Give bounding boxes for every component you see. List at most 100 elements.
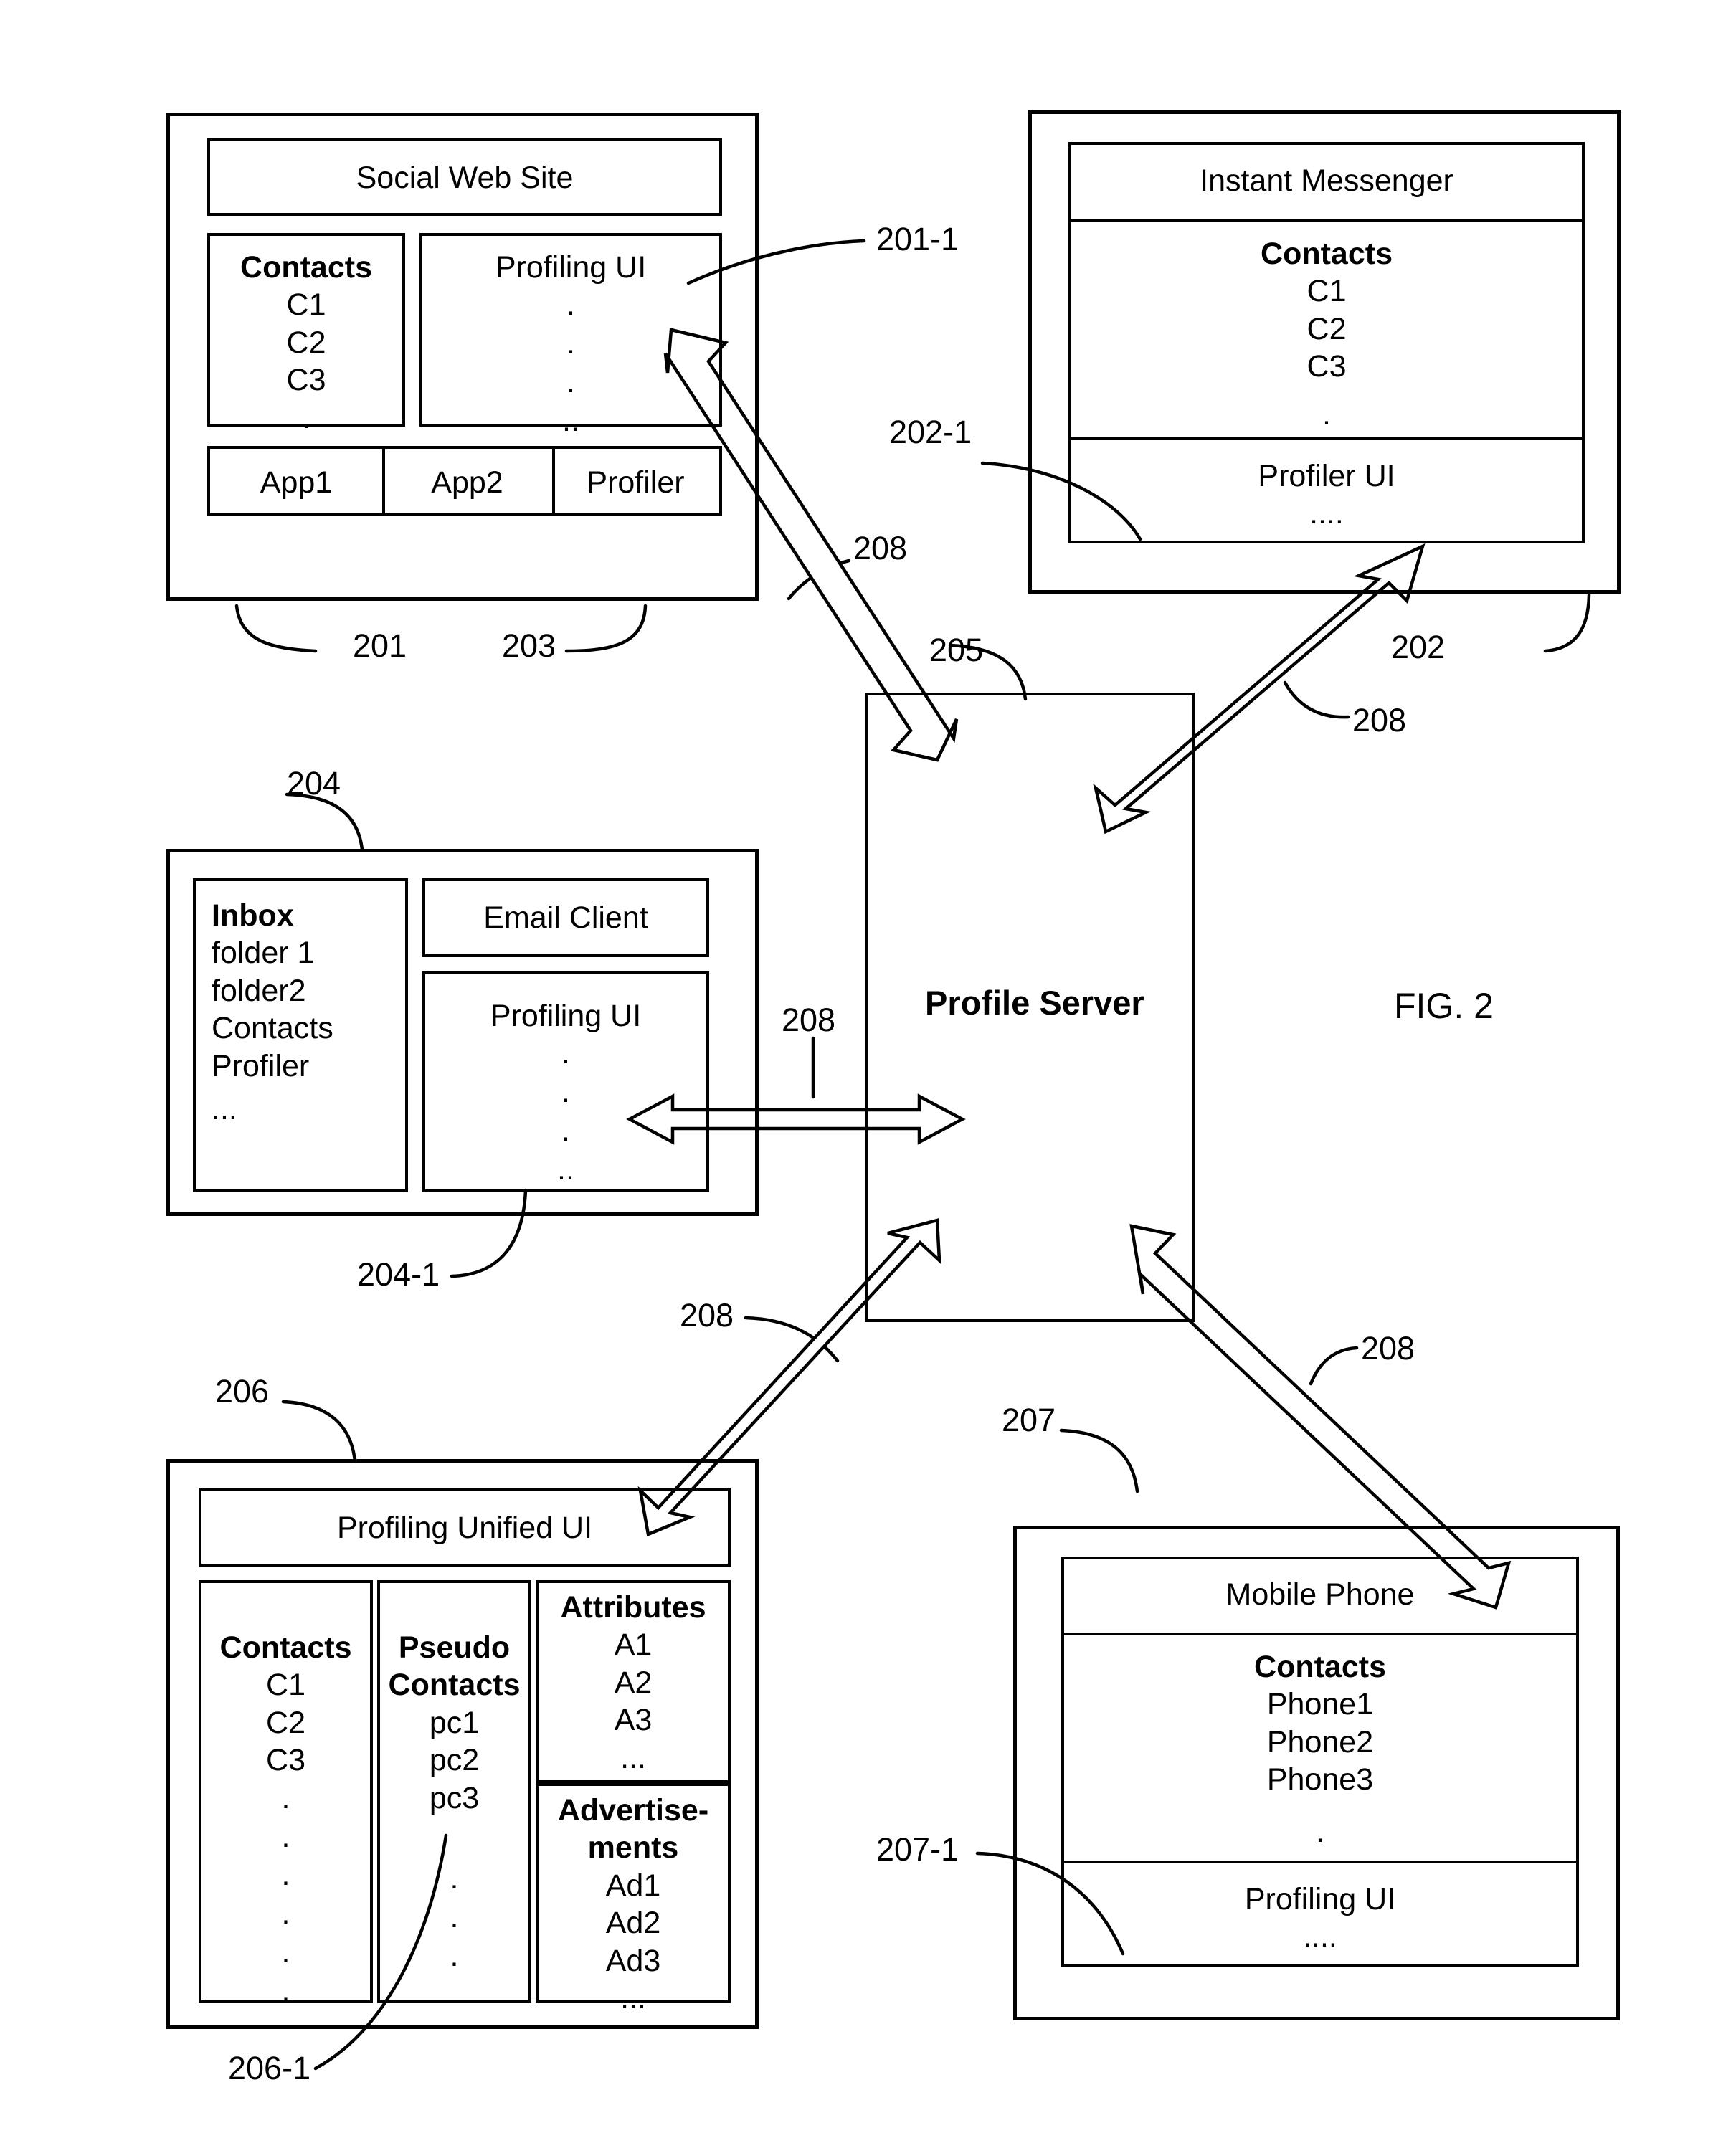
- mobile-phone-module: Mobile Phone Contacts Phone1 Phone2 Phon…: [1013, 1526, 1620, 2020]
- email-client-inbox-heading: Inbox: [212, 898, 294, 933]
- inbox-item[interactable]: Contacts: [212, 1009, 333, 1047]
- unified-pseudo-contacts-heading-line1: Pseudo: [398, 1630, 511, 1665]
- leader-208-bottom-left: [744, 1316, 840, 1363]
- pseudo-contacts-dot: .: [450, 1900, 459, 1935]
- app2-button[interactable]: App2: [382, 449, 552, 513]
- contact-item: C2: [1306, 311, 1347, 346]
- ref-208-unified-ui-link: 208: [680, 1297, 734, 1334]
- unified-advertisements-box: Advertise- ments Ad1 Ad2 Ad3 ...: [536, 1783, 731, 2015]
- contacts-dot: .: [281, 1896, 290, 1932]
- ref-204-1: 204-1: [357, 1256, 440, 1293]
- profiling-ui-title: Profiling UI: [490, 999, 642, 1033]
- attributes-ellipsis: ...: [620, 1740, 646, 1775]
- ref-207-1: 207-1: [876, 1831, 959, 1868]
- leader-206: [281, 1400, 357, 1463]
- attribute-item: A3: [614, 1703, 653, 1738]
- leader-201: [234, 604, 318, 653]
- unified-pseudo-contacts-box: Pseudo Contacts pc1 pc2 pc3 . . .: [377, 1580, 531, 2003]
- social-web-site-title-box: Social Web Site: [207, 138, 722, 216]
- profiling-unified-ui-title: Profiling Unified UI: [336, 1511, 593, 1545]
- contact-item: C3: [1306, 349, 1347, 384]
- pseudo-contacts-dot: .: [450, 1938, 459, 1973]
- ref-206: 206: [215, 1373, 270, 1410]
- inbox-item[interactable]: Profiler: [212, 1047, 333, 1085]
- social-web-site-module: Social Web Site Contacts C1 C2 C3 . Prof…: [166, 113, 759, 601]
- contact-item: C3: [266, 1743, 305, 1778]
- contacts-ellipsis: .: [302, 400, 310, 435]
- profiler-ui-title: Profiler UI: [1258, 459, 1395, 493]
- leader-204: [285, 792, 364, 852]
- ref-207: 207: [1002, 1402, 1056, 1438]
- ref-208-instant-messenger-link: 208: [1352, 702, 1407, 738]
- profiling-unified-ui-title-box: Profiling Unified UI: [199, 1488, 731, 1567]
- email-client-profiling-ui-box[interactable]: Profiling UI . . . ..: [422, 971, 709, 1192]
- contact-item: Phone1: [1266, 1687, 1374, 1722]
- unified-attributes-box: Attributes A1 A2 A3 ...: [536, 1580, 731, 1783]
- pseudo-contact-item: pc1: [429, 1705, 480, 1740]
- social-web-site-apps-bar: App1 App2 Profiler: [207, 446, 722, 516]
- profiling-ui-dot: .: [566, 326, 575, 361]
- ref-202-1: 202-1: [889, 414, 972, 450]
- advertisement-item: Ad3: [605, 1943, 661, 1978]
- social-web-site-profiling-ui-box[interactable]: Profiling UI . . . ..: [419, 233, 722, 438]
- ref-206-1: 206-1: [228, 2050, 311, 2086]
- instant-messenger-contacts-section: Contacts C1 C2 C3 .: [1071, 219, 1582, 437]
- email-client-module: Inbox folder 1 folder2 Contacts Profiler…: [166, 849, 759, 1216]
- leader-208-top-left: [787, 559, 851, 601]
- ref-208-mobile-phone-link: 208: [1361, 1330, 1415, 1367]
- profiling-ui-dots: ....: [1303, 1919, 1337, 1954]
- leader-207: [1059, 1428, 1139, 1493]
- unified-contacts-heading: Contacts: [219, 1630, 352, 1665]
- mobile-phone-contacts-section: Contacts Phone1 Phone2 Phone3 .: [1064, 1633, 1576, 1861]
- contacts-dot: .: [281, 1780, 290, 1815]
- advertisements-ellipsis: ...: [620, 1981, 646, 2016]
- mobile-phone-title-row: Mobile Phone: [1064, 1559, 1576, 1633]
- unified-pseudo-contacts-heading-line2: Contacts: [388, 1668, 521, 1703]
- instant-messenger-profiler-ui-section[interactable]: Profiler UI ....: [1071, 437, 1582, 543]
- profiling-ui-dot: ..: [562, 403, 579, 438]
- social-web-site-contacts-heading: Contacts: [240, 250, 372, 285]
- contact-item: C1: [286, 288, 326, 323]
- pseudo-contact-item: pc2: [429, 1743, 480, 1778]
- unified-attributes-heading: Attributes: [560, 1590, 706, 1625]
- profiling-ui-title: Profiling UI: [495, 250, 647, 285]
- profiling-ui-title: Profiling UI: [1244, 1882, 1396, 1916]
- leader-202: [1543, 593, 1591, 653]
- ref-204: 204: [287, 765, 341, 802]
- leader-208-bottom-right: [1309, 1346, 1359, 1386]
- unified-advertisements-heading-line2: ments: [587, 1830, 679, 1866]
- attribute-item: A2: [614, 1665, 653, 1700]
- profiling-unified-ui-module: Profiling Unified UI Contacts C1 C2 C3 .…: [166, 1459, 759, 2029]
- social-web-site-title: Social Web Site: [356, 161, 574, 195]
- mobile-phone-profiling-ui-section[interactable]: Profiling UI ....: [1064, 1861, 1576, 1967]
- email-client-inbox-box: Inbox folder 1 folder2 Contacts Profiler…: [193, 878, 408, 1192]
- ref-201: 201: [353, 627, 407, 664]
- figure-caption: FIG. 2: [1394, 986, 1494, 1026]
- instant-messenger-contacts-heading: Contacts: [1261, 237, 1393, 271]
- ref-205: 205: [929, 632, 984, 668]
- inbox-item[interactable]: folder2: [212, 972, 333, 1009]
- profiling-ui-dot: .: [561, 1075, 570, 1110]
- contacts-ellipsis: .: [1316, 1814, 1324, 1849]
- leader-203: [564, 604, 648, 653]
- ref-201-1: 201-1: [876, 221, 959, 257]
- mobile-phone-contacts-heading: Contacts: [1254, 1650, 1386, 1684]
- contact-item: C1: [266, 1668, 305, 1703]
- instant-messenger-title-row: Instant Messenger: [1071, 145, 1582, 219]
- ref-208-email-client-link: 208: [782, 1002, 836, 1038]
- mobile-phone-inner-frame: Mobile Phone Contacts Phone1 Phone2 Phon…: [1061, 1557, 1579, 1967]
- email-client-title-box: Email Client: [422, 878, 709, 957]
- pseudo-contacts-dot: .: [450, 1861, 459, 1896]
- inbox-item[interactable]: folder 1: [212, 934, 333, 971]
- advertisement-item: Ad2: [605, 1906, 661, 1941]
- profiler-button[interactable]: Profiler: [552, 449, 719, 513]
- mobile-phone-title: Mobile Phone: [1225, 1577, 1415, 1612]
- profiling-ui-dot: ..: [557, 1151, 574, 1187]
- attribute-item: A1: [614, 1628, 653, 1663]
- app1-button[interactable]: App1: [210, 449, 382, 513]
- instant-messenger-module: Instant Messenger Contacts C1 C2 C3 . Pr…: [1028, 110, 1621, 594]
- advertisement-item: Ad1: [605, 1868, 661, 1903]
- profile-server-title: Profile Server: [925, 984, 1144, 1022]
- profiler-ui-dots: ....: [1309, 496, 1344, 531]
- instant-messenger-inner-frame: Instant Messenger Contacts C1 C2 C3 . Pr…: [1068, 142, 1585, 543]
